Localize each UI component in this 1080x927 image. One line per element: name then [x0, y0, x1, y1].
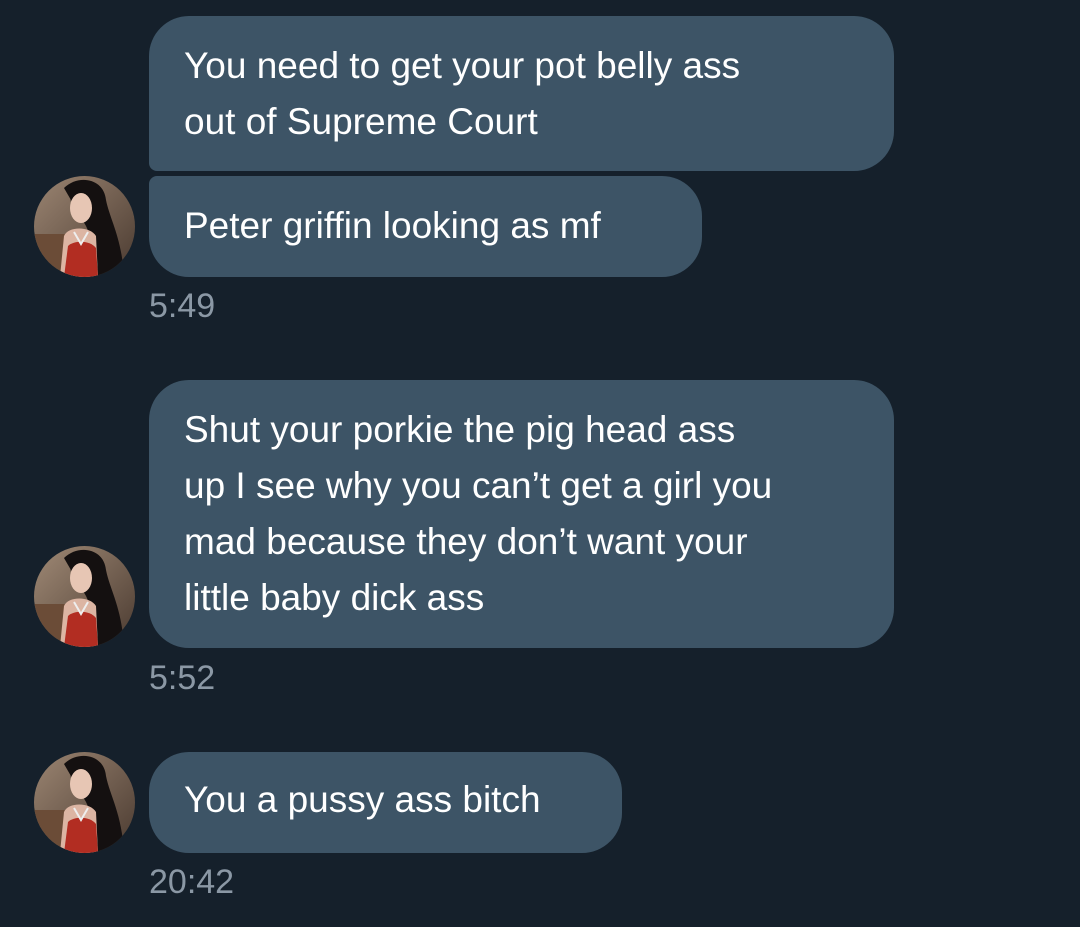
message-timestamp: 5:49 — [149, 287, 216, 325]
sender-avatar[interactable] — [34, 752, 135, 853]
message-bubble[interactable]: Shut your porkie the pig head ass up I s… — [149, 380, 894, 648]
sender-avatar[interactable] — [34, 546, 135, 647]
message-bubble[interactable]: You need to get your pot belly ass out o… — [149, 16, 894, 171]
message-timestamp: 5:52 — [149, 659, 216, 697]
avatar-image — [34, 546, 135, 647]
message-timestamp: 20:42 — [149, 863, 235, 901]
dm-conversation: You need to get your pot belly ass out o… — [0, 0, 1080, 927]
message-bubble[interactable]: You a pussy ass bitch — [149, 752, 622, 853]
sender-avatar[interactable] — [34, 176, 135, 277]
message-bubble[interactable]: Peter griffin looking as mf — [149, 176, 702, 277]
avatar-image — [34, 752, 135, 853]
avatar-image — [34, 176, 135, 277]
